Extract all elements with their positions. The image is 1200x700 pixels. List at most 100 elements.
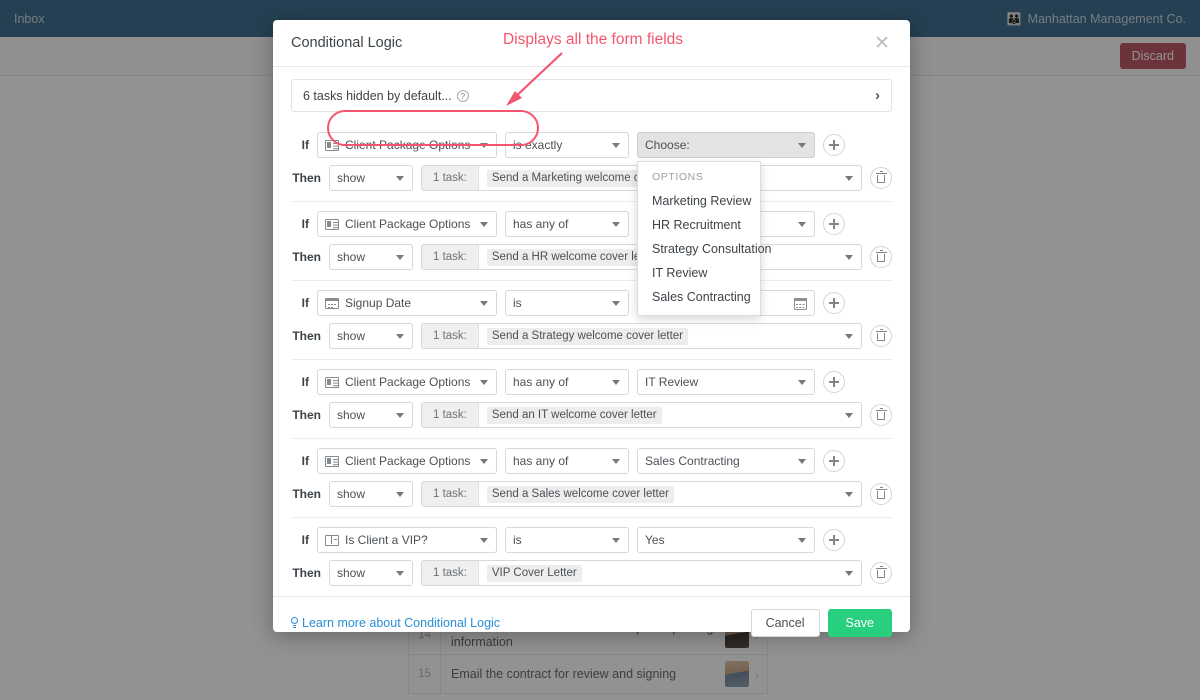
field-select-value: Client Package Options: [345, 375, 471, 389]
options-dropdown[interactable]: OPTIONS Marketing Review HR Recruitment …: [637, 161, 772, 316]
chevron-down-icon: [396, 175, 404, 181]
dropdown-item-sales-contracting[interactable]: Sales Contracting: [638, 285, 760, 309]
app-root: Inbox 👪 Manhattan Management Co. Discard…: [0, 0, 1200, 700]
page-title: Conditional Logic: [291, 35, 403, 51]
rule-row: If Client Package Options has any of Sal…: [291, 439, 892, 518]
chevron-down-icon: [612, 221, 620, 227]
value-select-value: Yes: [645, 533, 665, 547]
chevron-down-icon: [845, 333, 853, 339]
field-select[interactable]: Client Package Options: [317, 448, 497, 474]
if-label: If: [301, 217, 309, 231]
value-select-value: Choose:: [645, 138, 690, 152]
chevron-down-icon: [612, 379, 620, 385]
field-select[interactable]: Client Package Options: [317, 369, 497, 395]
value-select[interactable]: Choose:: [637, 132, 815, 158]
delete-rule-button[interactable]: [870, 562, 892, 584]
add-rule-button[interactable]: [823, 371, 845, 393]
operator-select[interactable]: is: [505, 527, 629, 553]
action-select[interactable]: show: [329, 323, 413, 349]
question-mark-icon[interactable]: ?: [456, 89, 469, 102]
chevron-down-icon: [798, 458, 806, 464]
add-rule-button[interactable]: [823, 134, 845, 156]
add-rule-button[interactable]: [823, 213, 845, 235]
delete-rule-button[interactable]: [870, 167, 892, 189]
add-rule-button[interactable]: [823, 292, 845, 314]
dropdown-item-marketing-review[interactable]: Marketing Review: [638, 189, 760, 213]
delete-rule-button[interactable]: [870, 325, 892, 347]
action-select[interactable]: show: [329, 481, 413, 507]
plus-icon: [829, 219, 839, 229]
value-select[interactable]: Sales Contracting: [637, 448, 815, 474]
dropdown-item-strategy-consultation[interactable]: Strategy Consultation: [638, 237, 772, 261]
then-label: Then: [292, 250, 321, 264]
field-select-value: Signup Date: [345, 296, 412, 310]
calendar-icon[interactable]: [794, 298, 807, 310]
then-label: Then: [292, 487, 321, 501]
chevron-down-icon: [798, 537, 806, 543]
plus-icon: [829, 140, 839, 150]
chevron-down-icon: [845, 254, 853, 260]
field-select-value: Client Package Options: [345, 454, 471, 468]
modal-body: 6 tasks hidden by default... ? › If Clie…: [273, 67, 910, 596]
task-select[interactable]: 1 task: Send an IT welcome cover letter: [421, 402, 862, 428]
field-select[interactable]: Client Package Options: [317, 211, 497, 237]
value-select[interactable]: IT Review: [637, 369, 815, 395]
add-rule-button[interactable]: [823, 529, 845, 551]
action-select[interactable]: show: [329, 402, 413, 428]
task-select[interactable]: 1 task: VIP Cover Letter: [421, 560, 862, 586]
task-select[interactable]: 1 task: Send a Strategy welcome cover le…: [421, 323, 862, 349]
rule-row: If Signup Date is Then show 1 task: Send…: [291, 281, 892, 360]
value-select[interactable]: Yes: [637, 527, 815, 553]
add-rule-button[interactable]: [823, 450, 845, 472]
delete-rule-button[interactable]: [870, 483, 892, 505]
task-chip: Send a Sales welcome cover letter: [486, 485, 674, 503]
operator-select-value: is: [513, 533, 522, 547]
close-icon[interactable]: ✕: [872, 34, 892, 53]
chevron-down-icon: [612, 142, 620, 148]
chevron-down-icon: [396, 254, 404, 260]
multi-select-icon: [325, 455, 339, 467]
learn-more-link[interactable]: Learn more about Conditional Logic: [291, 616, 500, 630]
dropdown-item-it-review[interactable]: IT Review: [638, 261, 760, 285]
field-select-value: Is Client a VIP?: [345, 533, 428, 547]
chevron-right-icon[interactable]: ›: [875, 87, 880, 104]
plus-icon: [829, 456, 839, 466]
annotation-text: Displays all the form fields: [503, 31, 684, 48]
operator-select[interactable]: has any of: [505, 211, 629, 237]
operator-select[interactable]: is: [505, 290, 629, 316]
cancel-button[interactable]: Cancel: [750, 608, 820, 637]
trash-icon: [875, 486, 887, 500]
chevron-down-icon: [480, 221, 488, 227]
task-select[interactable]: 1 task: Send a Sales welcome cover lette…: [421, 481, 862, 507]
action-select[interactable]: show: [329, 244, 413, 270]
task-count-label: 1 task:: [422, 245, 479, 269]
operator-select[interactable]: has any of: [505, 448, 629, 474]
if-label: If: [301, 533, 309, 547]
multi-select-icon: [325, 218, 339, 230]
dropdown-item-hr-recruitment[interactable]: HR Recruitment: [638, 213, 760, 237]
chevron-down-icon: [845, 175, 853, 181]
chevron-down-icon: [798, 142, 806, 148]
field-select[interactable]: Signup Date: [317, 290, 497, 316]
chevron-down-icon: [396, 333, 404, 339]
chevron-down-icon: [396, 412, 404, 418]
delete-rule-button[interactable]: [870, 246, 892, 268]
task-chip: VIP Cover Letter: [486, 564, 582, 582]
then-label: Then: [292, 329, 321, 343]
operator-select[interactable]: has any of: [505, 369, 629, 395]
chevron-down-icon: [612, 300, 620, 306]
annotation-highlight-box: [327, 110, 539, 146]
delete-rule-button[interactable]: [870, 404, 892, 426]
chevron-down-icon: [798, 379, 806, 385]
save-button[interactable]: Save: [827, 608, 892, 637]
task-count-label: 1 task:: [422, 403, 479, 427]
hidden-tasks-bar[interactable]: 6 tasks hidden by default... ? ›: [291, 79, 892, 112]
operator-select-value: has any of: [513, 375, 569, 389]
chevron-down-icon: [845, 491, 853, 497]
action-select[interactable]: show: [329, 165, 413, 191]
field-select[interactable]: Is Client a VIP?: [317, 527, 497, 553]
trash-icon: [875, 170, 887, 184]
action-select[interactable]: show: [329, 560, 413, 586]
chevron-down-icon: [612, 458, 620, 464]
chevron-down-icon: [480, 379, 488, 385]
